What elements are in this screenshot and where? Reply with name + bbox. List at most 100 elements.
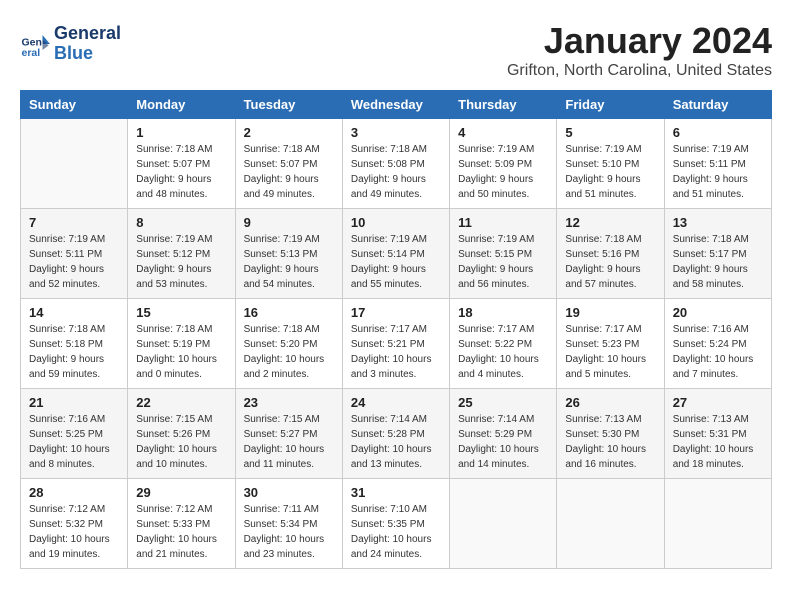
calendar-week-5: 28 Sunrise: 7:12 AMSunset: 5:32 PMDayligh…	[21, 479, 772, 569]
calendar-cell: 20Sunrise: 7:16 AMSunset: 5:24 PMDayligh…	[664, 299, 771, 389]
header-day-wednesday: Wednesday	[342, 91, 449, 119]
day-info: Sunrise: 7:12 AMSunset: 5:32 PMDaylight:…	[29, 502, 119, 562]
calendar-cell	[21, 119, 128, 209]
day-number: 2	[244, 125, 334, 140]
calendar-week-2: 7 Sunrise: 7:19 AMSunset: 5:11 PMDaylight…	[21, 209, 772, 299]
calendar-cell: 15 Sunrise: 7:18 AMSunset: 5:19 PMDayligh…	[128, 299, 235, 389]
svg-text:eral: eral	[22, 47, 41, 59]
calendar-cell	[664, 479, 771, 569]
calendar-cell: 19 Sunrise: 7:17 AMSunset: 5:23 PMDayligh…	[557, 299, 664, 389]
calendar-cell: 2 Sunrise: 7:18 AMSunset: 5:07 PMDaylight…	[235, 119, 342, 209]
day-number: 27	[673, 395, 763, 410]
day-number: 22	[136, 395, 226, 410]
logo: Gen eral General Blue	[20, 24, 121, 64]
logo-general: General	[54, 24, 121, 44]
calendar-cell: 5 Sunrise: 7:19 AMSunset: 5:10 PMDaylight…	[557, 119, 664, 209]
calendar-cell: 13 Sunrise: 7:18 AMSunset: 5:17 PMDayligh…	[664, 209, 771, 299]
day-info: Sunrise: 7:14 AMSunset: 5:28 PMDaylight:…	[351, 412, 441, 472]
day-number: 14	[29, 305, 119, 320]
day-info: Sunrise: 7:17 AMSunset: 5:23 PMDaylight:…	[565, 322, 655, 382]
header-day-saturday: Saturday	[664, 91, 771, 119]
day-number: 26	[565, 395, 655, 410]
header-day-thursday: Thursday	[450, 91, 557, 119]
calendar-cell: 25Sunrise: 7:14 AMSunset: 5:29 PMDayligh…	[450, 389, 557, 479]
day-info: Sunrise: 7:16 AMSunset: 5:24 PMDaylight:…	[673, 322, 763, 382]
day-info: Sunrise: 7:18 AMSunset: 5:07 PMDaylight:…	[244, 142, 334, 202]
calendar-cell: 27 Sunrise: 7:13 AMSunset: 5:31 PMDayligh…	[664, 389, 771, 479]
day-number: 3	[351, 125, 441, 140]
day-info: Sunrise: 7:18 AMSunset: 5:19 PMDaylight:…	[136, 322, 226, 382]
calendar-cell: 26 Sunrise: 7:13 AMSunset: 5:30 PMDayligh…	[557, 389, 664, 479]
day-number: 21	[29, 395, 119, 410]
day-info: Sunrise: 7:19 AMSunset: 5:14 PMDaylight:…	[351, 232, 441, 292]
day-info: Sunrise: 7:12 AMSunset: 5:33 PMDaylight:…	[136, 502, 226, 562]
calendar-cell: 3 Sunrise: 7:18 AMSunset: 5:08 PMDaylight…	[342, 119, 449, 209]
calendar-week-3: 14 Sunrise: 7:18 AMSunset: 5:18 PMDayligh…	[21, 299, 772, 389]
day-info: Sunrise: 7:17 AMSunset: 5:21 PMDaylight:…	[351, 322, 441, 382]
day-number: 1	[136, 125, 226, 140]
day-info: Sunrise: 7:13 AMSunset: 5:30 PMDaylight:…	[565, 412, 655, 472]
day-number: 11	[458, 215, 548, 230]
day-info: Sunrise: 7:14 AMSunset: 5:29 PMDaylight:…	[458, 412, 548, 472]
day-number: 16	[244, 305, 334, 320]
day-number: 7	[29, 215, 119, 230]
calendar-cell: 18 Sunrise: 7:17 AMSunset: 5:22 PMDayligh…	[450, 299, 557, 389]
calendar-cell: 23Sunrise: 7:15 AMSunset: 5:27 PMDayligh…	[235, 389, 342, 479]
calendar-cell: 24 Sunrise: 7:14 AMSunset: 5:28 PMDayligh…	[342, 389, 449, 479]
day-info: Sunrise: 7:19 AMSunset: 5:12 PMDaylight:…	[136, 232, 226, 292]
calendar-cell: 31Sunrise: 7:10 AMSunset: 5:35 PMDayligh…	[342, 479, 449, 569]
day-info: Sunrise: 7:16 AMSunset: 5:25 PMDaylight:…	[29, 412, 119, 472]
calendar-cell	[450, 479, 557, 569]
day-info: Sunrise: 7:19 AMSunset: 5:11 PMDaylight:…	[29, 232, 119, 292]
month-title: January 2024	[20, 20, 772, 62]
calendar-cell	[557, 479, 664, 569]
calendar-week-4: 21 Sunrise: 7:16 AMSunset: 5:25 PMDayligh…	[21, 389, 772, 479]
calendar-cell: 6 Sunrise: 7:19 AMSunset: 5:11 PMDaylight…	[664, 119, 771, 209]
day-info: Sunrise: 7:19 AMSunset: 5:15 PMDaylight:…	[458, 232, 548, 292]
day-info: Sunrise: 7:15 AMSunset: 5:26 PMDaylight:…	[136, 412, 226, 472]
day-info: Sunrise: 7:19 AMSunset: 5:10 PMDaylight:…	[565, 142, 655, 202]
calendar-cell: 16 Sunrise: 7:18 AMSunset: 5:20 PMDayligh…	[235, 299, 342, 389]
calendar-cell: 22 Sunrise: 7:15 AMSunset: 5:26 PMDayligh…	[128, 389, 235, 479]
calendar-cell: 12Sunrise: 7:18 AMSunset: 5:16 PMDayligh…	[557, 209, 664, 299]
day-info: Sunrise: 7:17 AMSunset: 5:22 PMDaylight:…	[458, 322, 548, 382]
day-number: 23	[244, 395, 334, 410]
day-info: Sunrise: 7:18 AMSunset: 5:18 PMDaylight:…	[29, 322, 119, 382]
calendar-cell: 7 Sunrise: 7:19 AMSunset: 5:11 PMDaylight…	[21, 209, 128, 299]
calendar-week-1: 1 Sunrise: 7:18 AMSunset: 5:07 PMDaylight…	[21, 119, 772, 209]
day-number: 8	[136, 215, 226, 230]
day-number: 28	[29, 485, 119, 500]
day-info: Sunrise: 7:18 AMSunset: 5:16 PMDaylight:…	[565, 232, 655, 292]
day-info: Sunrise: 7:18 AMSunset: 5:20 PMDaylight:…	[244, 322, 334, 382]
day-number: 9	[244, 215, 334, 230]
calendar-cell: 9 Sunrise: 7:19 AMSunset: 5:13 PMDaylight…	[235, 209, 342, 299]
day-number: 6	[673, 125, 763, 140]
calendar-cell: 11 Sunrise: 7:19 AMSunset: 5:15 PMDayligh…	[450, 209, 557, 299]
day-number: 24	[351, 395, 441, 410]
calendar-cell: 8 Sunrise: 7:19 AMSunset: 5:12 PMDaylight…	[128, 209, 235, 299]
calendar-body: 1 Sunrise: 7:18 AMSunset: 5:07 PMDaylight…	[21, 119, 772, 569]
calendar-cell: 21 Sunrise: 7:16 AMSunset: 5:25 PMDayligh…	[21, 389, 128, 479]
day-info: Sunrise: 7:13 AMSunset: 5:31 PMDaylight:…	[673, 412, 763, 472]
calendar-table: SundayMondayTuesdayWednesdayThursdayFrid…	[20, 90, 772, 569]
day-number: 5	[565, 125, 655, 140]
day-number: 31	[351, 485, 441, 500]
day-number: 10	[351, 215, 441, 230]
calendar-cell: 14 Sunrise: 7:18 AMSunset: 5:18 PMDayligh…	[21, 299, 128, 389]
day-number: 17	[351, 305, 441, 320]
day-number: 19	[565, 305, 655, 320]
day-info: Sunrise: 7:19 AMSunset: 5:09 PMDaylight:…	[458, 142, 548, 202]
day-number: 4	[458, 125, 548, 140]
day-number: 30	[244, 485, 334, 500]
day-info: Sunrise: 7:19 AMSunset: 5:13 PMDaylight:…	[244, 232, 334, 292]
day-info: Sunrise: 7:18 AMSunset: 5:17 PMDaylight:…	[673, 232, 763, 292]
day-info: Sunrise: 7:18 AMSunset: 5:08 PMDaylight:…	[351, 142, 441, 202]
calendar-cell: 30Sunrise: 7:11 AMSunset: 5:34 PMDayligh…	[235, 479, 342, 569]
day-number: 29	[136, 485, 226, 500]
calendar-header-row: SundayMondayTuesdayWednesdayThursdayFrid…	[21, 91, 772, 119]
day-number: 13	[673, 215, 763, 230]
day-number: 15	[136, 305, 226, 320]
day-info: Sunrise: 7:19 AMSunset: 5:11 PMDaylight:…	[673, 142, 763, 202]
day-number: 18	[458, 305, 548, 320]
calendar-cell: 28 Sunrise: 7:12 AMSunset: 5:32 PMDayligh…	[21, 479, 128, 569]
